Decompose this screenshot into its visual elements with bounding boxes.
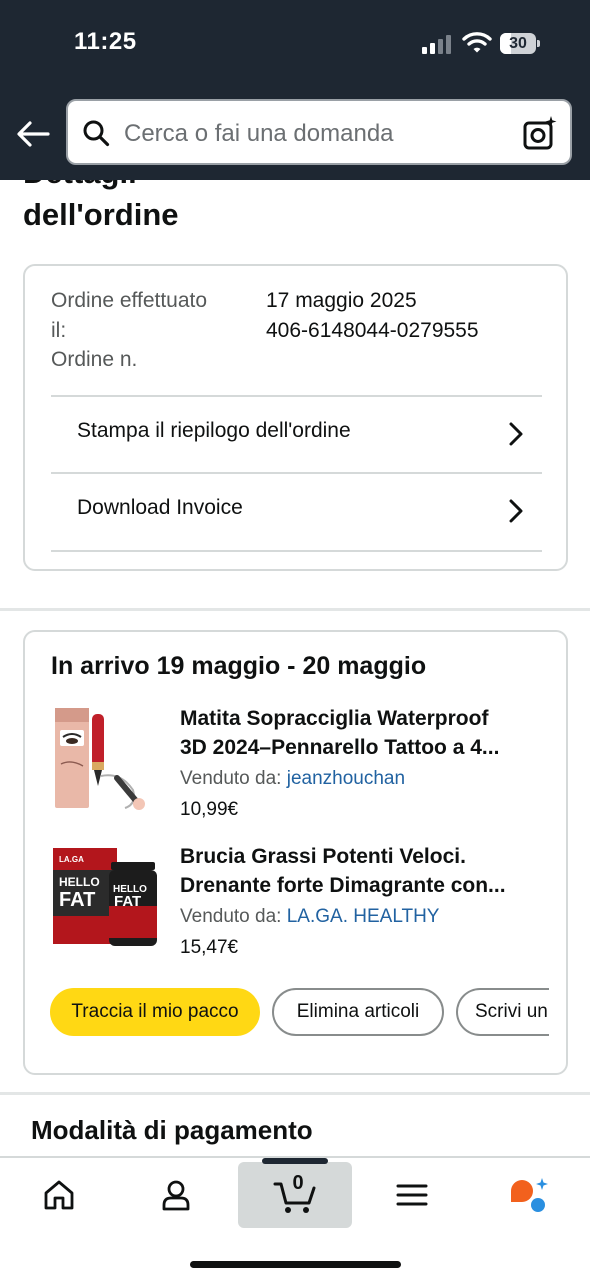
divider	[51, 550, 542, 552]
wifi-icon	[462, 32, 492, 53]
home-icon[interactable]	[42, 1178, 76, 1212]
top-bar: 11:25 30 Cerca o fai una domanda	[0, 0, 590, 180]
status-time: 11:25	[74, 28, 137, 55]
account-icon[interactable]	[159, 1178, 193, 1212]
battery-icon: 30	[500, 33, 540, 54]
seller-info: Venduto da: jeanzhouchan	[180, 768, 406, 789]
seller-link[interactable]: LA.GA. HEALTHY	[287, 906, 440, 927]
svg-text:FAT: FAT	[114, 893, 141, 910]
item-title[interactable]: Brucia Grassi Potenti Veloci. Drenante f…	[180, 842, 540, 900]
item-price: 15,47€	[180, 937, 239, 958]
hello-fat-supplement-product-image[interactable]: LA.GA HELLO FAT HELLO FAT	[51, 842, 161, 952]
list-item[interactable]: Matita Sopracciglia Waterproof 3D 2024–P…	[51, 704, 546, 820]
item-price: 10,99€	[180, 799, 239, 820]
list-item[interactable]: LA.GA HELLO FAT HELLO FAT Brucia Grassi …	[51, 842, 546, 958]
assistant-icon[interactable]	[508, 1176, 550, 1216]
write-review-button[interactable]: Scrivi un	[456, 988, 549, 1036]
svg-text:HELLO: HELLO	[59, 875, 100, 889]
print-summary-link[interactable]: Stampa il riepilogo dell'ordine	[51, 395, 542, 471]
cellular-signal-icon	[422, 34, 454, 54]
chevron-right-icon	[509, 422, 523, 446]
item-title[interactable]: Matita Sopracciglia Waterproof 3D 2024–P…	[180, 704, 540, 762]
delete-items-button[interactable]: Elimina articoli	[272, 988, 444, 1036]
camera-search-icon[interactable]	[522, 115, 558, 151]
chevron-right-icon	[509, 499, 523, 523]
download-invoice-link[interactable]: Download Invoice	[51, 472, 542, 548]
seller-info: Venduto da: LA.GA. HEALTHY	[180, 906, 440, 927]
battery-level: 30	[509, 35, 527, 52]
svg-text:LA.GA: LA.GA	[59, 855, 84, 864]
back-arrow-icon	[17, 121, 50, 147]
cart-count: 0	[292, 1172, 304, 1194]
order-number: 406-6148044-0279555	[266, 318, 479, 342]
arrival-date: In arrivo 19 maggio - 20 maggio	[51, 652, 427, 680]
order-info-card: Ordine effettuato il: Ordine n. 17 maggi…	[23, 264, 568, 571]
section-divider	[0, 1092, 590, 1095]
eyebrow-pen-product-image[interactable]	[51, 704, 161, 814]
back-button[interactable]	[14, 116, 52, 152]
shipment-card: In arrivo 19 maggio - 20 maggio Matita S…	[23, 630, 568, 1075]
order-date: 17 maggio 2025	[266, 289, 417, 312]
active-tab-indicator	[262, 1158, 328, 1164]
order-values: 17 maggio 2025 406-6148044-0279555	[266, 286, 479, 345]
payment-section-title: Modalità di pagamento	[31, 1115, 313, 1145]
seller-link[interactable]: jeanzhouchan	[287, 768, 405, 789]
order-placed-label: Ordine effettuato il: Ordine n.	[51, 289, 208, 371]
search-icon	[83, 120, 110, 147]
search-bar[interactable]: Cerca o fai una domanda	[66, 99, 572, 165]
home-indicator	[190, 1261, 401, 1268]
menu-icon[interactable]	[395, 1178, 429, 1212]
search-input[interactable]: Cerca o fai una domanda	[124, 120, 394, 148]
track-package-button[interactable]: Traccia il mio pacco	[50, 988, 260, 1036]
section-divider	[0, 608, 590, 611]
svg-text:FAT: FAT	[59, 889, 95, 911]
